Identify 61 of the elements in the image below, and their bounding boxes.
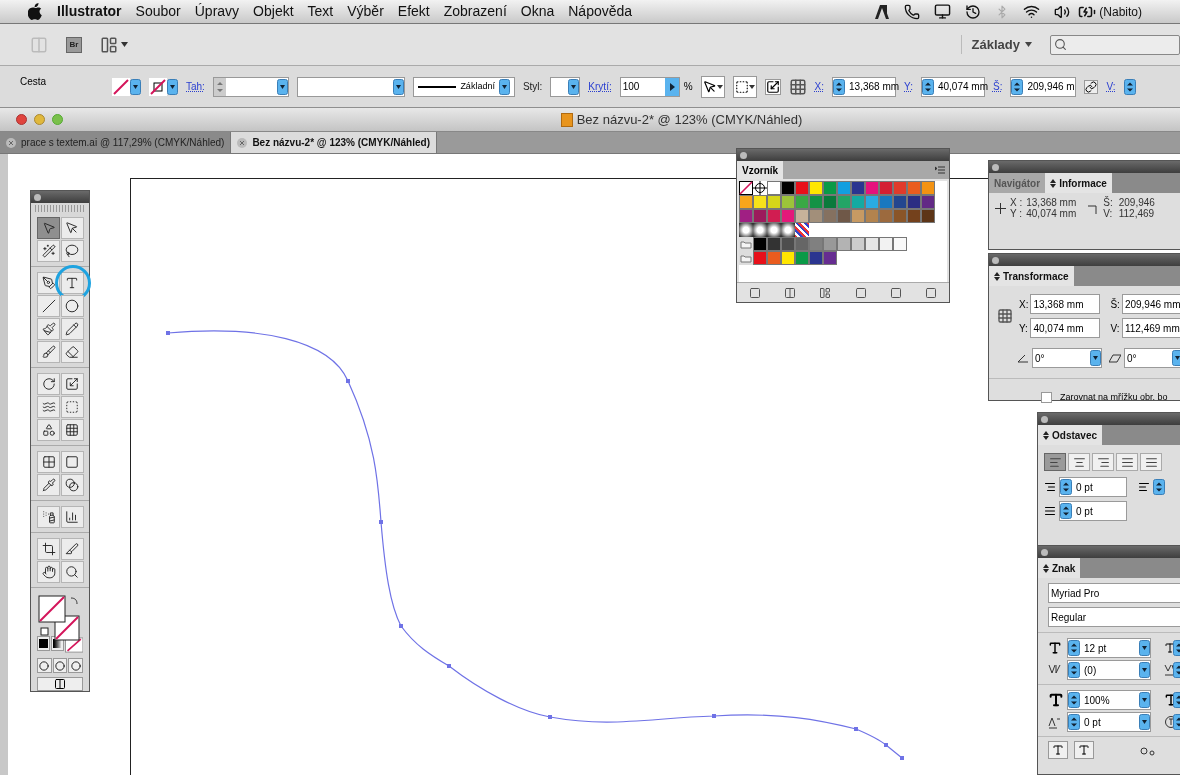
battery-status[interactable]: (Nabito) <box>1099 2 1142 21</box>
menu-item[interactable]: Text <box>307 1 334 22</box>
font-style-field[interactable]: Regular <box>1048 607 1180 627</box>
field-label: Krytí: <box>588 80 612 94</box>
panel-tab[interactable]: Znak <box>1038 558 1081 578</box>
x-field[interactable]: 13,368 mm <box>1030 294 1101 314</box>
font-size-field[interactable]: 12 pt <box>1067 638 1151 658</box>
menu-item[interactable]: Zobrazení <box>443 1 507 22</box>
window-title: Bez názvu-2* @ 123% (CMYK/Náhled) <box>576 110 803 129</box>
info-value: 40,074 mm <box>1026 208 1077 219</box>
info-label: Š: <box>1103 197 1113 208</box>
menu-item[interactable]: Okna <box>520 1 555 22</box>
x-field[interactable]: 13,368 mm <box>832 76 897 97</box>
menu-item[interactable]: Illustrator <box>57 1 122 22</box>
height-field[interactable]: 112,469 mm <box>1121 318 1180 338</box>
horizontal-scale-field[interactable]: 100% <box>1067 690 1151 710</box>
field-label: Y: <box>904 80 913 94</box>
workspace-switcher[interactable]: Základy <box>960 34 1032 55</box>
panel-tab[interactable]: Transformace <box>989 266 1074 286</box>
field-label: V: <box>1110 321 1120 336</box>
info-value: 13,368 mm <box>1026 197 1077 208</box>
menu-item[interactable]: Nápověda <box>568 1 633 22</box>
shear-field[interactable]: 0° <box>1124 348 1180 368</box>
field-label: Styl: <box>522 80 543 94</box>
panel-tab[interactable]: Vzorník <box>737 161 784 179</box>
field-label: V: <box>1106 80 1116 94</box>
menu-item[interactable]: Výběr <box>347 1 384 22</box>
left-indent-field[interactable]: 0 pt <box>1059 477 1127 497</box>
field-label: Y: <box>1019 321 1029 336</box>
field-label: Š: <box>1110 297 1120 312</box>
menu-item[interactable]: Úpravy <box>194 1 240 22</box>
menu-item[interactable]: Efekt <box>397 1 430 22</box>
menu-item[interactable]: Soubor <box>135 1 181 22</box>
document-tab[interactable]: prace s textem.ai @ 117,29% (CMYK/Náhled) <box>0 132 232 153</box>
bridge-icon[interactable]: Br <box>66 36 82 53</box>
width-field[interactable]: 209,946 mm <box>1121 294 1180 314</box>
field-label: Š: <box>992 79 1003 94</box>
rotate-field[interactable]: 0° <box>1032 348 1102 368</box>
info-label: V: <box>1103 208 1113 219</box>
field-label: Tah: <box>186 80 205 94</box>
panel-tab[interactable]: Informace <box>1045 173 1112 193</box>
baseline-shift-field[interactable]: 0 pt <box>1067 712 1151 732</box>
panel-tab[interactable]: Odstavec <box>1038 425 1103 445</box>
info-value: 209,946 <box>1118 197 1155 208</box>
width-field[interactable]: 209,946 m <box>1010 76 1077 97</box>
info-label: Y : <box>1010 208 1023 219</box>
menu-item[interactable]: Objekt <box>253 1 294 22</box>
first-line-indent-field[interactable]: 0 pt <box>1059 501 1127 521</box>
field-label: X: <box>1019 297 1029 312</box>
checkbox-label: Zarovnat na mřížku obr. bo <box>1060 391 1168 404</box>
opacity-field[interactable]: 100 <box>619 76 680 97</box>
info-label: X : <box>1010 197 1023 208</box>
info-value: 112,469 <box>1118 208 1155 219</box>
font-family-field[interactable]: Myriad Pro <box>1048 583 1180 603</box>
brush-profile-dropdown[interactable]: Základní <box>412 76 515 97</box>
kerning-field[interactable]: (0) <box>1067 660 1151 680</box>
y-field[interactable]: 40,074 mm <box>1030 318 1101 338</box>
field-label: X: <box>814 80 825 94</box>
document-tab[interactable]: Bez názvu-2* @ 123% (CMYK/Náhled) <box>231 132 437 153</box>
selection-type-label: Cesta <box>20 75 48 89</box>
percent-sign: % <box>683 80 693 94</box>
